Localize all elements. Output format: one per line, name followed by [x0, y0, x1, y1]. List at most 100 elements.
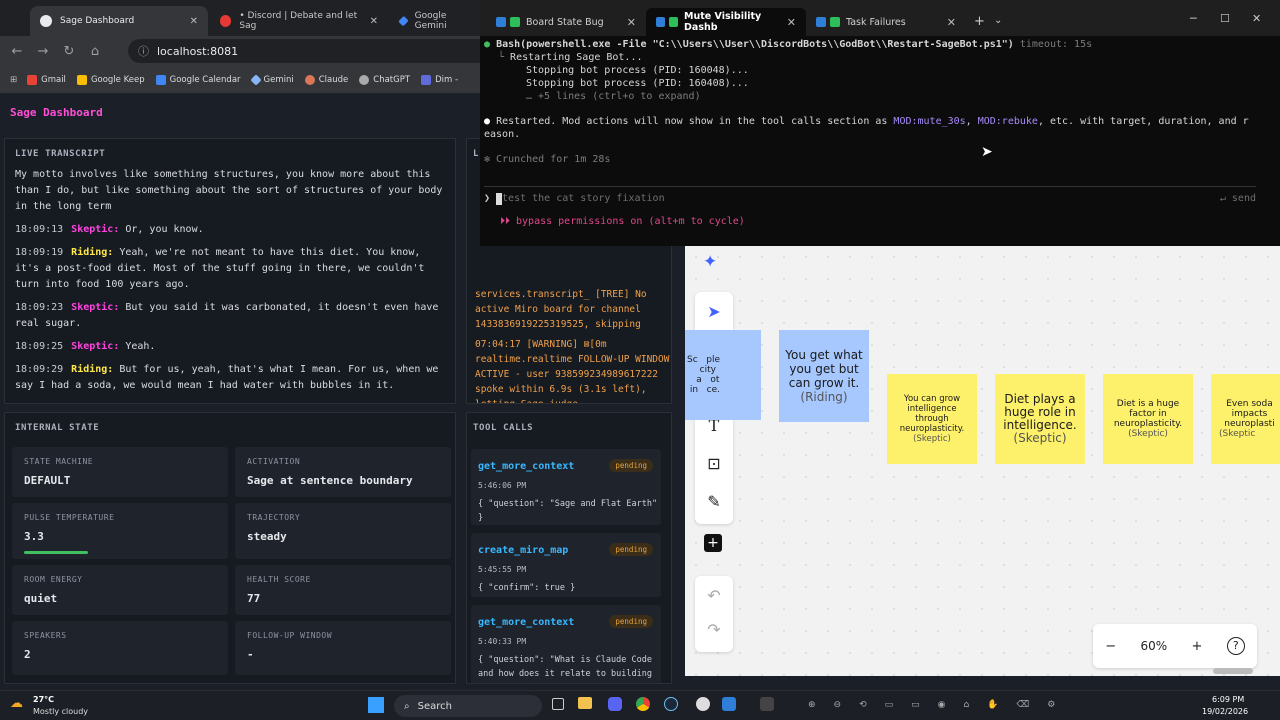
taskbar-search[interactable]: ⌕ Search: [394, 695, 542, 717]
sticky-note[interactable]: Diet plays a huge role in intelligence.(…: [995, 374, 1085, 464]
terminal-tab-mute-visibility[interactable]: Mute Visibility Dashb ✕: [646, 8, 806, 36]
tray-icon[interactable]: ▭: [911, 700, 920, 710]
reload-icon[interactable]: ↻: [56, 44, 82, 59]
bookmark-calendar[interactable]: Google Calendar: [155, 74, 241, 85]
sticky-note[interactable]: You get what you get but can grow it. (Ri…: [779, 330, 869, 422]
live-transcript-panel[interactable]: LIVE TRANSCRIPT My motto involves like s…: [4, 138, 456, 404]
output-line: Stopping bot process (PID: 160408)...: [526, 78, 749, 89]
globe-icon: [40, 15, 52, 27]
app-icon[interactable]: [760, 697, 774, 711]
close-icon[interactable]: ✕: [787, 16, 796, 29]
help-button[interactable]: ?: [1226, 637, 1245, 655]
shapes-icon[interactable]: ⊡: [704, 454, 724, 474]
tool-call-item[interactable]: get_more_context pending 5:46:06 PM{ "ques…: [471, 449, 661, 525]
assistant-message-cont: eason.: [484, 129, 521, 140]
address-bar[interactable]: ⓘ localhost:8081: [128, 39, 480, 63]
task-view-icon[interactable]: [552, 698, 564, 710]
minimize-icon[interactable]: ─: [1190, 12, 1197, 25]
tray-icon[interactable]: ✋: [987, 700, 998, 710]
state-card-room-energy: ROOM ENERGY quiet: [12, 565, 228, 615]
expand-hint[interactable]: … +5 lines (ctrl+o to expand): [484, 90, 1274, 103]
chevron-down-icon[interactable]: ⌄: [994, 15, 1002, 26]
add-more-icon[interactable]: +: [704, 534, 722, 552]
terminal-tab-board-state-bug[interactable]: Board State Bug ✕: [486, 8, 646, 36]
apps-icon[interactable]: ⊞: [10, 75, 17, 85]
ai-sparkle-icon[interactable]: ✦: [703, 252, 717, 272]
browser-tab-sage-dashboard[interactable]: Sage Dashboard ✕: [30, 6, 208, 36]
state-card-health-score: HEALTH SCORE 77: [235, 565, 451, 615]
steam-icon[interactable]: [664, 697, 678, 711]
terminal-window: Board State Bug ✕ Mute Visibility Dashb ✕ …: [480, 0, 1280, 246]
file-explorer-icon[interactable]: [578, 697, 592, 709]
scrollbar[interactable]: [1213, 668, 1253, 674]
panel-header: TOOL CALLS: [473, 423, 534, 433]
tool-call-item[interactable]: create_miro_map pending 5:45:55 PM{ "confi…: [471, 533, 661, 597]
state-card-activation: ACTIVATION Sage at sentence boundary: [235, 447, 451, 497]
sticky-note[interactable]: Diet is a huge factor in neuroplasticity…: [1103, 374, 1193, 464]
maximize-icon[interactable]: ☐: [1220, 12, 1230, 25]
bookmark-dim[interactable]: Dim -: [421, 74, 458, 85]
tray-icon[interactable]: ⚙: [1047, 700, 1055, 710]
tool-call-item[interactable]: get_more_context pending 5:40:33 PM{ "ques…: [471, 605, 661, 683]
transcript-line: 18:09:25 Skeptic: Yeah.: [15, 341, 156, 352]
prompt-input[interactable]: ❯ test the cat story fixation ↵ send: [484, 186, 1256, 210]
state-card-follow-up-window: FOLLOW-UP WINDOW -: [235, 621, 451, 675]
panel-header: LIVE TRANSCRIPT: [15, 149, 106, 159]
windows-start-icon[interactable]: [368, 697, 384, 713]
close-icon[interactable]: ✕: [627, 16, 636, 29]
select-cursor-icon[interactable]: ➤: [704, 302, 724, 322]
page-title: Sage Dashboard: [10, 106, 103, 119]
windows-taskbar: ☁ 27°C Mostly cloudy ⌕ Search ⊕ ⊖ ⟲ ▭ ▭ ◉ ⌂ ✋ ⌫ ⚙ …: [0, 690, 1280, 720]
chrome-icon[interactable]: [636, 697, 650, 711]
terminal-icon[interactable]: [722, 697, 736, 711]
log-entry: 07:04:17 [WARNING] ⊠[0m realtime.realtim…: [475, 339, 670, 403]
pen-icon[interactable]: ✎: [704, 492, 724, 512]
sticky-note[interactable]: Even soda impacts neuroplasti (Skeptic: [1211, 374, 1280, 464]
home-icon[interactable]: ⌂: [82, 44, 108, 59]
tray-icon[interactable]: ⊕: [808, 700, 816, 710]
bash-command-line: ● Bash(powershell.exe -File "C:\\Users\\…: [484, 39, 1093, 50]
bullet-icon: ●: [484, 39, 491, 50]
weather-temp[interactable]: 27°C: [33, 695, 54, 704]
tool-calls-panel[interactable]: TOOL CALLS get_more_context pending 5:46:0…: [466, 412, 672, 684]
tray-icon[interactable]: ⊖: [834, 700, 842, 710]
close-icon[interactable]: ✕: [370, 16, 378, 27]
tray-icon[interactable]: ⟲: [859, 700, 867, 710]
zoom-level[interactable]: 60%: [1140, 639, 1167, 653]
clock-time[interactable]: 6:09 PM: [1212, 695, 1244, 704]
discord-icon[interactable]: [608, 697, 622, 711]
new-tab-icon[interactable]: +: [974, 14, 985, 29]
zoom-in-button[interactable]: +: [1192, 639, 1203, 654]
redo-icon[interactable]: ↷: [704, 620, 724, 640]
bookmark-keep[interactable]: Google Keep: [76, 74, 145, 85]
tray-icon[interactable]: ⌂: [964, 700, 970, 710]
bookmark-chatgpt[interactable]: ChatGPT: [359, 74, 410, 85]
close-window-icon[interactable]: ✕: [1252, 12, 1261, 25]
sticky-note[interactable]: Sc ple city a ot in ce.: [685, 330, 761, 420]
undo-icon[interactable]: ↶: [704, 586, 724, 606]
weather-icon[interactable]: ☁: [10, 696, 23, 711]
tray-icon[interactable]: ▭: [885, 700, 894, 710]
close-icon[interactable]: ✕: [947, 16, 956, 29]
tray-icon[interactable]: ◉: [938, 700, 946, 710]
browser-tab-gemini[interactable]: Google Gemini: [390, 6, 480, 36]
miro-board[interactable]: ✦ ➤ ▦ ◫ T ⊡ ✎ + ↶ ↷ Sc ple city a ot in …: [685, 246, 1280, 676]
clock-date[interactable]: 19/02/2026: [1202, 707, 1248, 716]
zoom-out-button[interactable]: −: [1105, 639, 1116, 654]
bookmark-gmail[interactable]: Gmail: [27, 74, 66, 85]
forward-icon[interactable]: →: [30, 44, 56, 59]
site-info-icon[interactable]: ⓘ: [138, 43, 149, 59]
close-icon[interactable]: ✕: [190, 16, 198, 27]
bookmark-claude[interactable]: Claude: [304, 74, 348, 85]
weather-desc[interactable]: Mostly cloudy: [33, 707, 88, 716]
terminal-tab-task-failures[interactable]: Task Failures ✕: [806, 8, 966, 36]
tray-icon[interactable]: ⌫: [1016, 700, 1029, 710]
back-icon[interactable]: ←: [4, 44, 30, 59]
sticky-note[interactable]: You can grow intelligence through neurop…: [887, 374, 977, 464]
bookmark-gemini[interactable]: Gemini: [249, 73, 294, 86]
discord-icon: [220, 15, 232, 27]
zoom-controls: − 60% + ?: [1093, 624, 1257, 668]
system-tray: ⊕ ⊖ ⟲ ▭ ▭ ◉ ⌂ ✋ ⌫ ⚙: [808, 695, 1248, 715]
app-icon[interactable]: [696, 697, 710, 711]
browser-tab-discord[interactable]: • Discord | Debate and let Sag ✕: [210, 6, 388, 36]
